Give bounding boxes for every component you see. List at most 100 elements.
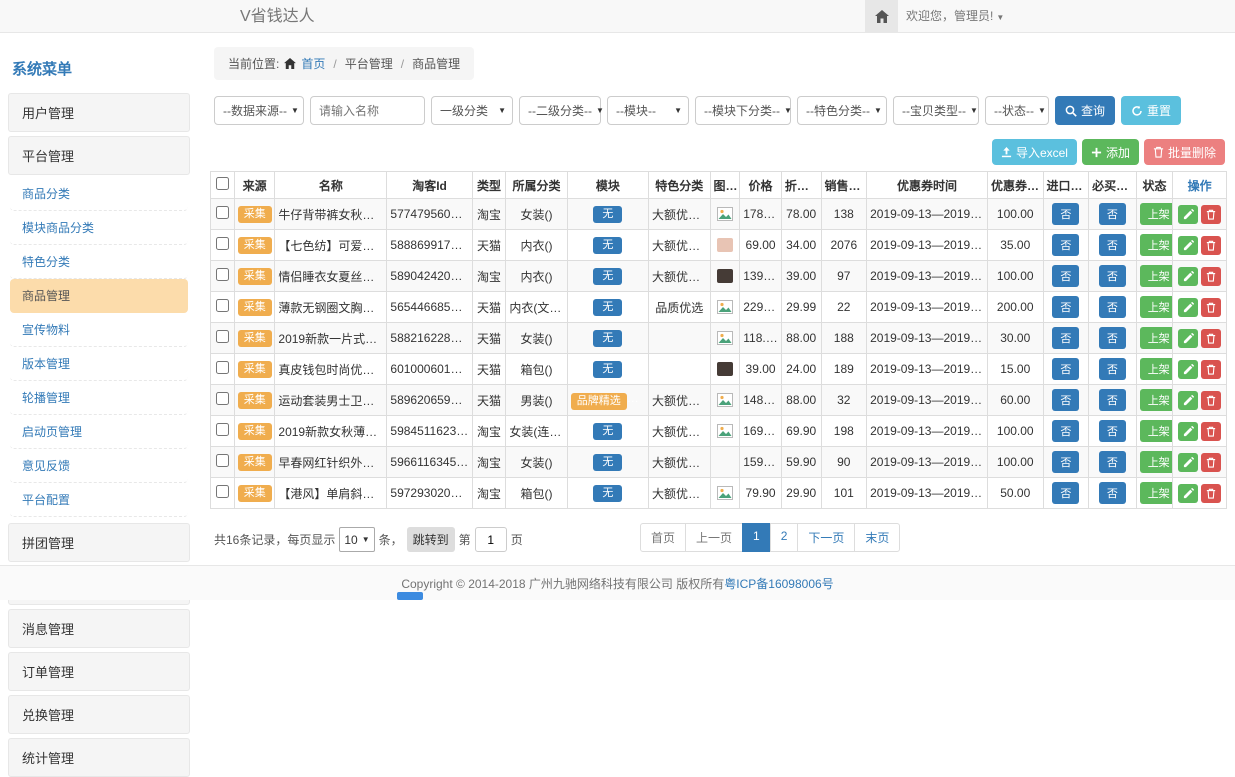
delete-button[interactable] [1201,205,1221,224]
status-toggle[interactable]: 上架 [1140,296,1173,318]
sidebar-item-轮播管理[interactable]: 轮播管理 [10,381,188,415]
must-buy-toggle[interactable]: 否 [1099,234,1126,256]
edit-button[interactable] [1178,298,1198,317]
name-input[interactable] [310,96,425,125]
home-button[interactable] [865,0,898,32]
pager-下一页[interactable]: 下一页 [797,523,855,552]
sidebar-item-宣传物料[interactable]: 宣传物料 [10,313,188,347]
sidebar-section-拼团管理[interactable]: 拼团管理 [8,523,190,562]
sidebar-item-启动页管理[interactable]: 启动页管理 [10,415,188,449]
import-select-toggle[interactable]: 否 [1052,389,1079,411]
import-select-toggle[interactable]: 否 [1052,420,1079,442]
pager-上一页[interactable]: 上一页 [685,523,743,552]
pager-末页[interactable]: 末页 [854,523,900,552]
module-subcategory-select[interactable]: --模块下分类--▼ [695,96,791,125]
row-checkbox[interactable] [216,206,229,219]
icp-link[interactable]: 粤ICP备16098006号 [724,575,833,592]
status-toggle[interactable]: 上架 [1140,327,1173,349]
edit-button[interactable] [1178,422,1198,441]
sidebar-section-订单管理[interactable]: 订单管理 [8,652,190,691]
delete-button[interactable] [1201,453,1221,472]
must-buy-toggle[interactable]: 否 [1099,265,1126,287]
row-checkbox[interactable] [216,237,229,250]
query-button[interactable]: 查询 [1055,96,1115,125]
delete-button[interactable] [1201,236,1221,255]
sidebar-item-商品管理[interactable]: 商品管理 [10,279,188,313]
must-buy-toggle[interactable]: 否 [1099,420,1126,442]
edit-button[interactable] [1178,453,1198,472]
sidebar-section-平台管理[interactable]: 平台管理 [8,136,190,175]
delete-button[interactable] [1201,484,1221,503]
status-toggle[interactable]: 上架 [1140,482,1173,504]
status-toggle[interactable]: 上架 [1140,358,1173,380]
import-select-toggle[interactable]: 否 [1052,203,1079,225]
import-select-toggle[interactable]: 否 [1052,482,1079,504]
status-toggle[interactable]: 上架 [1140,451,1173,473]
status-select[interactable]: --状态--▼ [985,96,1049,125]
item-type-select[interactable]: --宝贝类型--▼ [893,96,979,125]
pager-1[interactable]: 1 [742,523,771,552]
edit-button[interactable] [1178,205,1198,224]
must-buy-toggle[interactable]: 否 [1099,358,1126,380]
import-excel-button[interactable]: 导入excel [992,139,1077,165]
row-checkbox[interactable] [216,454,229,467]
reset-button[interactable]: 重置 [1121,96,1181,125]
pager-2[interactable]: 2 [770,523,799,552]
level1-category-select[interactable]: 一级分类▼ [431,96,513,125]
status-toggle[interactable]: 上架 [1140,420,1173,442]
delete-button[interactable] [1201,267,1221,286]
edit-button[interactable] [1178,267,1198,286]
delete-button[interactable] [1201,422,1221,441]
delete-button[interactable] [1201,360,1221,379]
sidebar-section-统计管理[interactable]: 统计管理 [8,738,190,777]
sidebar-section-用户管理[interactable]: 用户管理 [8,93,190,132]
status-toggle[interactable]: 上架 [1140,389,1173,411]
row-checkbox[interactable] [216,330,229,343]
import-select-toggle[interactable]: 否 [1052,234,1079,256]
status-toggle[interactable]: 上架 [1140,203,1173,225]
sidebar-item-平台配置[interactable]: 平台配置 [10,483,188,517]
import-select-toggle[interactable]: 否 [1052,327,1079,349]
edit-button[interactable] [1178,360,1198,379]
must-buy-toggle[interactable]: 否 [1099,482,1126,504]
row-checkbox[interactable] [216,423,229,436]
select-all-checkbox[interactable] [216,177,229,190]
import-select-toggle[interactable]: 否 [1052,358,1079,380]
import-select-toggle[interactable]: 否 [1052,296,1079,318]
status-toggle[interactable]: 上架 [1140,234,1173,256]
import-select-toggle[interactable]: 否 [1052,265,1079,287]
row-checkbox[interactable] [216,299,229,312]
edit-button[interactable] [1178,484,1198,503]
sidebar-section-兑换管理[interactable]: 兑换管理 [8,695,190,734]
sidebar-item-意见反馈[interactable]: 意见反馈 [10,449,188,483]
must-buy-toggle[interactable]: 否 [1099,203,1126,225]
per-page-select[interactable]: 10 ▼ [339,527,374,552]
delete-button[interactable] [1201,298,1221,317]
sidebar-item-模块商品分类[interactable]: 模块商品分类 [10,211,188,245]
sidebar-item-特色分类[interactable]: 特色分类 [10,245,188,279]
feature-category-select[interactable]: --特色分类--▼ [797,96,887,125]
jump-button[interactable]: 跳转到 [407,527,455,552]
sidebar-section-消息管理[interactable]: 消息管理 [8,609,190,648]
must-buy-toggle[interactable]: 否 [1099,389,1126,411]
edit-button[interactable] [1178,391,1198,410]
must-buy-toggle[interactable]: 否 [1099,451,1126,473]
add-button[interactable]: 添加 [1082,139,1139,165]
page-number-input[interactable] [475,527,507,552]
row-checkbox[interactable] [216,485,229,498]
level2-category-select[interactable]: --二级分类--▼ [519,96,601,125]
sidebar-item-商品分类[interactable]: 商品分类 [10,177,188,211]
sidebar-item-版本管理[interactable]: 版本管理 [10,347,188,381]
batch-delete-button[interactable]: 批量删除 [1144,139,1225,165]
row-checkbox[interactable] [216,392,229,405]
data-source-select[interactable]: --数据来源--▼ [214,96,304,125]
edit-button[interactable] [1178,329,1198,348]
delete-button[interactable] [1201,329,1221,348]
must-buy-toggle[interactable]: 否 [1099,327,1126,349]
breadcrumb-home-link[interactable]: 首页 [301,55,325,72]
pager-首页[interactable]: 首页 [640,523,686,552]
row-checkbox[interactable] [216,268,229,281]
must-buy-toggle[interactable]: 否 [1099,296,1126,318]
edit-button[interactable] [1178,236,1198,255]
user-menu[interactable]: 欢迎您，管理员!▼ [906,0,1004,34]
